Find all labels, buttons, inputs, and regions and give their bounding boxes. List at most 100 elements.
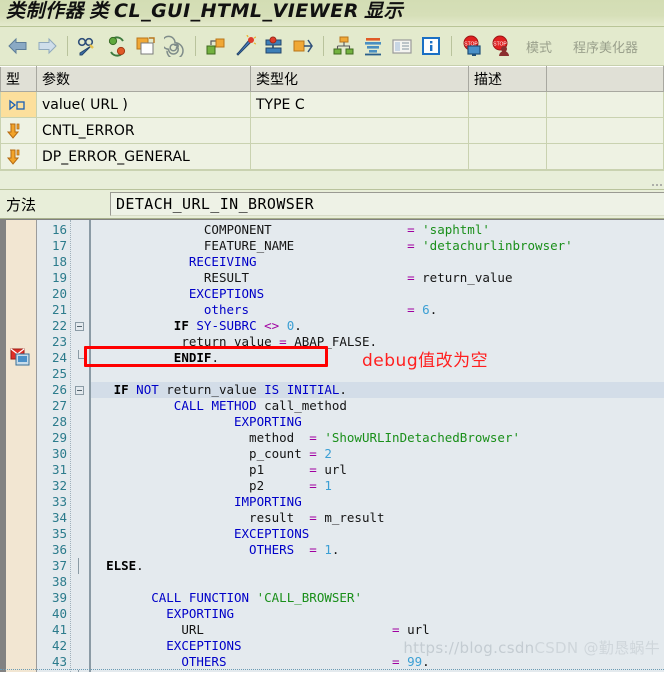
row-typing-cell[interactable]: [250, 143, 469, 170]
column-header-parameter[interactable]: 参数: [36, 66, 251, 92]
column-header-type[interactable]: 型: [0, 66, 37, 92]
info-button[interactable]: [417, 31, 445, 61]
fold-marker[interactable]: [71, 350, 89, 366]
fold-marker[interactable]: [71, 430, 89, 446]
column-header-description[interactable]: 描述: [468, 66, 547, 92]
fold-marker[interactable]: [71, 590, 89, 606]
row-type-cell[interactable]: [0, 117, 37, 144]
row-typing-cell[interactable]: TYPE C: [250, 91, 469, 118]
breakpoint-icon[interactable]: [10, 348, 30, 366]
code-line[interactable]: others = 6.: [91, 302, 664, 318]
code-line[interactable]: result = m_result: [91, 510, 664, 526]
code-line[interactable]: OTHERS = 1.: [91, 542, 664, 558]
code-line[interactable]: [91, 574, 664, 590]
fold-marker[interactable]: [71, 270, 89, 286]
fold-marker[interactable]: [71, 302, 89, 318]
code-line[interactable]: IF SY-SUBRC <> 0.: [91, 318, 664, 334]
row-typing-cell[interactable]: [250, 117, 469, 144]
code-line[interactable]: CALL FUNCTION 'CALL_BROWSER': [91, 590, 664, 606]
fold-marker[interactable]: [71, 318, 89, 334]
line-number: 44: [37, 670, 67, 672]
fold-marker[interactable]: [71, 510, 89, 526]
fold-marker[interactable]: [71, 478, 89, 494]
local-object-button[interactable]: [202, 31, 230, 61]
code-line[interactable]: method = 'ShowURLInDetachedBrowser': [91, 430, 664, 446]
code-line[interactable]: IMPORTING: [91, 494, 664, 510]
stop-display-button[interactable]: STOP: [458, 31, 486, 61]
method-name-field[interactable]: DETACH_URL_IN_BROWSER: [110, 192, 664, 216]
code-line[interactable]: EXCEPTIONS: [91, 526, 664, 542]
fold-marker[interactable]: [71, 222, 89, 238]
code-line[interactable]: RESULT = return_value: [91, 270, 664, 286]
row-description-cell[interactable]: [468, 91, 547, 118]
fold-marker[interactable]: [71, 382, 89, 398]
code-line[interactable]: FEATURE_NAME = 'detachurlinbrowser': [91, 238, 664, 254]
code-line[interactable]: CALL METHOD call_method: [91, 398, 664, 414]
editor-bookmark-gutter[interactable]: [6, 220, 37, 672]
table-row[interactable]: value( URL ) TYPE C: [0, 91, 664, 118]
fold-marker[interactable]: [71, 462, 89, 478]
row-parameter-cell[interactable]: DP_ERROR_GENERAL: [36, 143, 251, 170]
code-line[interactable]: EXCEPTIONS: [91, 286, 664, 302]
code-line[interactable]: IF NOT return_value IS INITIAL.: [91, 382, 664, 398]
fold-marker[interactable]: [71, 526, 89, 542]
code-text-area[interactable]: COMPONENT = 'saphtml' FEATURE_NAME = 'de…: [91, 220, 664, 672]
code-line[interactable]: ELSE.: [91, 558, 664, 574]
code-line[interactable]: RECEIVING: [91, 254, 664, 270]
code-line[interactable]: EXPORTING: [91, 414, 664, 430]
fold-marker[interactable]: [71, 334, 89, 350]
display-change-button[interactable]: [74, 31, 102, 61]
watermark-url: https://blog.csdn: [403, 639, 535, 657]
code-line[interactable]: p2 = 1: [91, 478, 664, 494]
copy-button[interactable]: [132, 31, 160, 61]
code-editor[interactable]: 16 17 18 19 20 21 22 23 24 25 26 27 28 29 30 31 32 33 34 35…: [0, 219, 664, 672]
code-line[interactable]: URL = url: [91, 622, 664, 638]
table-row[interactable]: DP_ERROR_GENERAL: [0, 143, 664, 170]
signature-button[interactable]: [260, 31, 288, 61]
row-type-cell[interactable]: [0, 143, 37, 170]
row-description-cell[interactable]: [468, 143, 547, 170]
code-line[interactable]: p1 = url: [91, 462, 664, 478]
pretty-printer-button[interactable]: [231, 31, 259, 61]
stop-user-button[interactable]: STOP: [487, 31, 515, 61]
fold-marker[interactable]: [71, 414, 89, 430]
fold-marker[interactable]: [71, 670, 89, 672]
back-button[interactable]: [4, 31, 32, 61]
code-line[interactable]: ENDIF.: [91, 670, 664, 672]
fold-marker[interactable]: [71, 542, 89, 558]
refresh-button[interactable]: [103, 31, 131, 61]
list-button[interactable]: [388, 31, 416, 61]
row-type-cell[interactable]: [0, 91, 37, 118]
fold-marker[interactable]: [71, 638, 89, 654]
toolbar-separator: [323, 36, 324, 56]
panel-resize-strip[interactable]: [0, 171, 664, 190]
column-header-typing[interactable]: 类型化: [250, 66, 469, 92]
hierarchy-button[interactable]: [330, 31, 358, 61]
pretty-printer-text-button[interactable]: 程序美化器: [563, 37, 648, 56]
fold-marker[interactable]: [71, 606, 89, 622]
fold-marker[interactable]: [71, 574, 89, 590]
code-line[interactable]: EXPORTING: [91, 606, 664, 622]
mode-text-button[interactable]: 模式: [516, 37, 562, 56]
code-line[interactable]: p_count = 2: [91, 446, 664, 462]
table-row[interactable]: CNTL_ERROR: [0, 117, 664, 144]
fold-marker[interactable]: [71, 398, 89, 414]
transfer-button[interactable]: [289, 31, 317, 61]
fold-marker[interactable]: [71, 622, 89, 638]
code-folding-gutter[interactable]: [71, 220, 91, 672]
forward-button[interactable]: [33, 31, 61, 61]
fold-marker[interactable]: [71, 238, 89, 254]
fold-marker[interactable]: [71, 446, 89, 462]
fold-marker[interactable]: [71, 366, 89, 382]
pattern-button[interactable]: [161, 31, 189, 61]
fold-marker[interactable]: [71, 254, 89, 270]
stack-button[interactable]: [359, 31, 387, 61]
code-line[interactable]: COMPONENT = 'saphtml': [91, 222, 664, 238]
parameters-table: 型 参数 类型化 描述 value( URL ) TYPE C CNTL_ERR…: [0, 66, 664, 170]
row-description-cell[interactable]: [468, 117, 547, 144]
row-parameter-cell[interactable]: value( URL ): [36, 91, 251, 118]
row-parameter-cell[interactable]: CNTL_ERROR: [36, 117, 251, 144]
fold-marker[interactable]: [71, 558, 89, 574]
fold-marker[interactable]: [71, 286, 89, 302]
fold-marker[interactable]: [71, 494, 89, 510]
